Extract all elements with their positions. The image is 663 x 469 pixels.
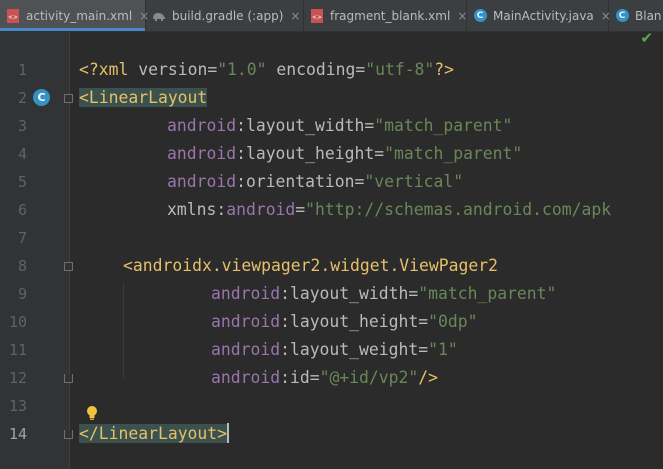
related-class-gutter-icon[interactable]: C [33, 89, 50, 106]
code-line: 11 android:layout_weight="1" [0, 336, 663, 364]
code-line: 5 android:orientation="vertical" [0, 168, 663, 196]
code-text: <?xml version="1.0" encoding="utf-8"?> [79, 60, 455, 79]
code-text: xmlns:android="http://schemas.android.co… [167, 200, 612, 219]
code-line: 6 xmlns:android="http://schemas.android.… [0, 196, 663, 224]
line-number: 3 [17, 117, 27, 135]
line-number: 5 [17, 173, 27, 191]
class-c-icon: C [473, 9, 487, 22]
fold-toggle-icon[interactable] [64, 94, 73, 103]
line-number: 11 [8, 341, 27, 359]
line-number: 2 [17, 89, 27, 107]
xml-file-icon: <> [310, 8, 324, 23]
tab-fragment-blank-xml[interactable]: <> fragment_blank.xml × [304, 0, 467, 31]
line-number: 8 [17, 257, 27, 275]
code-line: 12 android:id="@+id/vp2"/> [0, 364, 663, 392]
code-line: 7 [0, 224, 663, 252]
code-text: <androidx.viewpager2.widget.ViewPager2 [123, 256, 498, 275]
tab-label: build.gradle (:app) [172, 8, 284, 23]
code-line: 8 <androidx.viewpager2.widget.ViewPager2 [0, 252, 663, 280]
text-caret [227, 423, 230, 443]
xml-file-icon: <> [6, 8, 20, 23]
code-line: 3 android:layout_width="match_parent" [0, 112, 663, 140]
code-text: android:id="@+id/vp2"/> [211, 368, 439, 387]
tab-label: MainActivity.java [493, 8, 594, 23]
fold-toggle-icon[interactable] [64, 430, 73, 439]
code-editor[interactable]: ✔ 1 <?xml version="1.0" encoding="utf-8"… [0, 29, 663, 469]
line-number: 7 [17, 229, 27, 247]
java-class-icon: C [473, 9, 487, 23]
code-text: android:layout_weight="1" [211, 340, 458, 359]
close-icon[interactable]: × [457, 9, 467, 23]
code-text: <LinearLayout [79, 88, 208, 107]
intention-bulb-icon[interactable] [86, 405, 98, 425]
line-number: 12 [8, 369, 27, 387]
code-line: 2 C <LinearLayout [0, 84, 663, 112]
code-text: android:layout_height="0dp" [211, 312, 478, 331]
java-class-icon: C [615, 9, 629, 23]
code-text: </LinearLayout> [79, 423, 230, 443]
tab-blank-fragment[interactable]: C Blan [609, 0, 663, 31]
line-number: 14 [8, 425, 27, 443]
code-text: android:layout_width="match_parent" [211, 284, 557, 303]
tab-mainactivity-java[interactable]: C MainActivity.java × [467, 0, 611, 31]
tab-label: Blan [635, 8, 662, 23]
code-line: 10 android:layout_height="0dp" [0, 308, 663, 336]
svg-text:<>: <> [312, 14, 322, 21]
tab-build-gradle[interactable]: build.gradle (:app) × [146, 0, 304, 31]
line-number: 10 [8, 313, 27, 331]
code-line: 9 android:layout_width="match_parent" [0, 280, 663, 308]
tab-label: fragment_blank.xml [330, 8, 451, 23]
fold-toggle-icon[interactable] [64, 374, 73, 383]
tab-label: activity_main.xml [26, 8, 133, 23]
code-line: 14 </LinearLayout> [0, 420, 663, 448]
inspection-ok-icon: ✔ [640, 29, 653, 47]
line-number: 4 [17, 145, 27, 163]
editor-tab-bar: <> activity_main.xml × build.gradle (:ap… [0, 0, 663, 32]
line-number: 9 [17, 285, 27, 303]
code-text: android:layout_height="match_parent" [167, 144, 523, 163]
tab-activity-main-xml[interactable]: <> activity_main.xml × [0, 0, 149, 31]
code-text: android:layout_width="match_parent" [167, 116, 513, 135]
code-text: android:orientation="vertical" [167, 172, 464, 191]
class-c-icon: C [615, 9, 629, 22]
line-number: 6 [17, 201, 27, 219]
code-line: 4 android:layout_height="match_parent" [0, 140, 663, 168]
svg-text:<>: <> [8, 14, 18, 21]
line-number: 1 [17, 61, 27, 79]
line-number: 13 [8, 397, 27, 415]
fold-toggle-icon[interactable] [64, 262, 73, 271]
gradle-elephant-icon [152, 9, 166, 23]
code-line: 13 [0, 392, 663, 420]
code-line: 1 <?xml version="1.0" encoding="utf-8"?> [0, 56, 663, 84]
close-icon[interactable]: × [290, 9, 300, 23]
